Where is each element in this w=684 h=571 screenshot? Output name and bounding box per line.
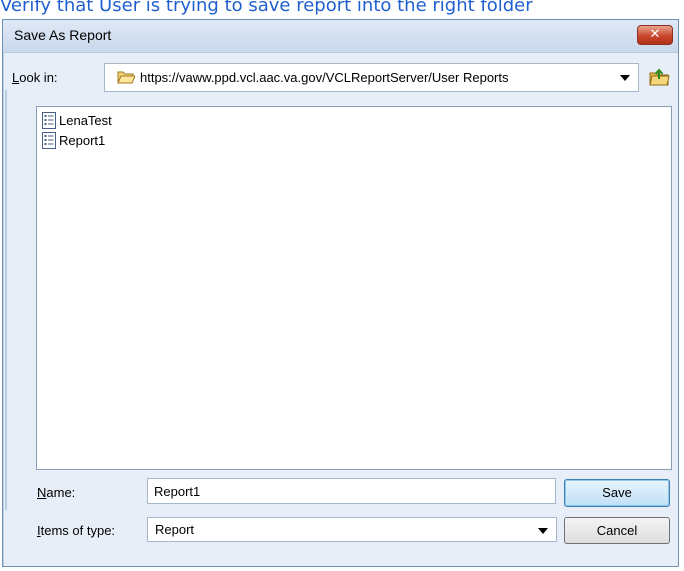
close-icon: ✕	[649, 27, 661, 42]
name-label: Name:	[37, 485, 75, 500]
look-in-label: Look in:	[12, 70, 58, 85]
items-of-type-label: Items of type:	[37, 523, 115, 538]
chevron-down-icon[interactable]	[619, 74, 631, 82]
document-caption: Verify that User is trying to save repor…	[0, 0, 533, 16]
name-label-mnemonic: N	[37, 485, 47, 500]
dialog-titlebar[interactable]: Save As Report ✕	[3, 20, 678, 53]
save-button[interactable]: Save	[564, 479, 670, 507]
name-field[interactable]	[147, 478, 556, 504]
dialog-edge-strip	[5, 90, 7, 510]
file-name: LenaTest	[59, 113, 112, 128]
report-file-icon	[42, 132, 56, 149]
look-in-dropdown[interactable]: https://vaww.ppd.vcl.aac.va.gov/VCLRepor…	[104, 63, 639, 92]
look-in-label-text: ook in:	[19, 70, 58, 85]
close-button[interactable]: ✕	[637, 25, 673, 45]
file-name: Report1	[59, 133, 106, 148]
items-of-type-dropdown[interactable]: Report	[147, 517, 557, 542]
look-in-path: https://vaww.ppd.vcl.aac.va.gov/VCLRepor…	[140, 70, 509, 85]
file-list[interactable]: LenaTest Report1	[36, 106, 672, 470]
page: Verify that User is trying to save repor…	[0, 0, 684, 571]
report-file-icon	[42, 112, 56, 129]
items-of-type-value: Report	[155, 522, 195, 537]
name-label-text: ame:	[46, 485, 76, 500]
chevron-down-icon[interactable]	[537, 527, 549, 535]
dialog-title: Save As Report	[14, 27, 112, 43]
save-as-report-dialog: Save As Report ✕ Look in: https://vaww.p…	[2, 19, 679, 567]
cancel-button[interactable]: Cancel	[564, 517, 670, 544]
up-one-level-folder-icon[interactable]	[648, 67, 670, 87]
folder-open-icon	[117, 71, 135, 84]
items-of-type-label-text: tems of type:	[40, 523, 116, 538]
